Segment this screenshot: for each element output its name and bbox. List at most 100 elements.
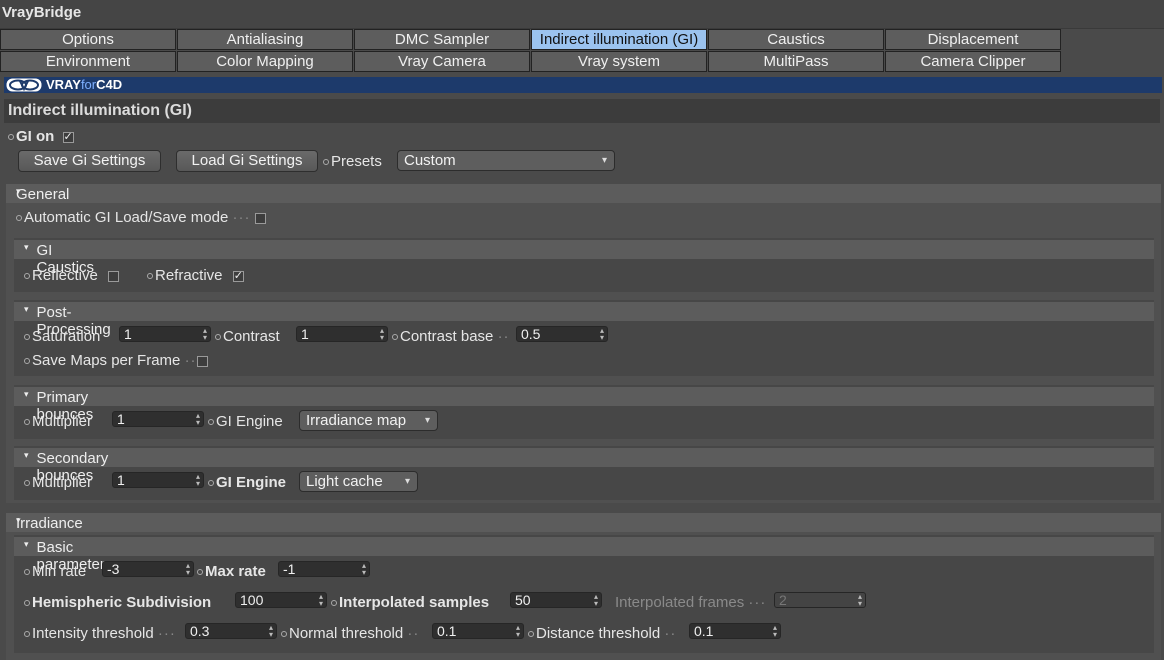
primary-engine-value: Irradiance map [306,412,407,429]
anim-dot-icon[interactable] [281,631,287,638]
spinner-icon[interactable]: ▴ ▾ [269,624,273,639]
leader-dots: ·· [497,328,510,345]
tab-antialiasing[interactable]: Antialiasing [177,29,353,50]
distance-field[interactable]: 0.1 ▴ ▾ [689,623,781,639]
group-basic-parameters-header[interactable]: ▾ Basic parameters [14,537,1154,573]
interp-frames-row: Interpolated frames ··· [615,594,766,611]
load-gi-settings-button[interactable]: Load Gi Settings [176,150,318,172]
group-post-processing-header[interactable]: ▾ Post-Processing [14,302,1154,338]
tab-camera-clipper[interactable]: Camera Clipper [885,51,1061,72]
interp-samples-field[interactable]: 50 ▴ ▾ [510,592,602,608]
group-irradiance-header[interactable]: ▾Irradiance Map [6,513,1161,549]
anim-dot-icon[interactable] [24,419,30,426]
group-general-header[interactable]: ▾ General [6,184,1161,203]
anim-dot-icon[interactable] [24,334,30,341]
save-maps-checkbox[interactable] [196,355,208,367]
min-rate-value: -3 [107,561,120,577]
refractive-checkbox[interactable]: ✓ [232,270,244,282]
spinner-icon[interactable]: ▴ ▾ [196,473,200,488]
brand-bar: VRAYforC4D [4,77,1162,93]
chevron-down-icon: ▾ [424,415,430,426]
secondary-multiplier-field[interactable]: 1 ▴ ▾ [112,472,204,488]
normal-field[interactable]: 0.1 ▴ ▾ [432,623,524,639]
secondary-multiplier-row: Multiplier [24,474,92,491]
contrast-base-field[interactable]: 0.5 ▴ ▾ [516,326,608,342]
group-primary-bounces-header[interactable]: ▾ Primary bounces [14,387,1154,423]
section-title: Indirect illumination (GI) [8,102,192,119]
primary-multiplier-value: 1 [117,411,125,427]
window-titlebar: VrayBridge [0,0,1164,29]
primary-multiplier-row: Multiplier [24,413,92,430]
min-rate-label: Min rate [32,563,87,580]
anim-dot-icon[interactable] [197,569,203,576]
spinner-icon[interactable]: ▴ ▾ [203,327,207,342]
min-rate-field[interactable]: -3 ▴ ▾ [102,561,194,577]
hemi-label: Hemispheric Subdivision [32,594,212,611]
tab-dmc-sampler[interactable]: DMC Sampler [354,29,530,50]
tab-color-mapping[interactable]: Color Mapping [177,51,353,72]
tab-vray-system[interactable]: Vray system [531,51,707,72]
reflective-label: Reflective [32,267,98,284]
tab-environment[interactable]: Environment [0,51,176,72]
spinner-icon[interactable]: ▴ ▾ [186,562,190,577]
primary-engine-select[interactable]: Irradiance map ▾ [299,410,438,431]
anim-dot-icon[interactable] [392,334,398,341]
spinner-icon[interactable]: ▴ ▾ [380,327,384,342]
anim-dot-icon[interactable] [147,273,153,280]
anim-dot-icon[interactable] [16,215,22,222]
anim-dot-icon[interactable] [208,419,214,426]
tab-bar: Options Antialiasing DMC Sampler Indirec… [0,29,1063,73]
anim-dot-icon[interactable] [24,273,30,280]
anim-dot-icon[interactable] [331,600,337,607]
primary-multiplier-field[interactable]: 1 ▴ ▾ [112,411,204,427]
spinner-icon[interactable]: ▴ ▾ [516,624,520,639]
spinner-icon[interactable]: ▴ ▾ [196,412,200,427]
presets-select[interactable]: Custom ▾ [397,150,615,171]
max-rate-field[interactable]: -1 ▴ ▾ [278,561,370,577]
interp-samples-row: Interpolated samples [331,594,489,611]
group-general-title: General [16,186,70,203]
anim-dot-icon[interactable] [208,480,214,487]
intensity-field[interactable]: 0.3 ▴ ▾ [185,623,277,639]
anim-dot-icon[interactable] [24,480,30,487]
refractive-label: Refractive [155,267,223,284]
spinner-icon[interactable]: ▴ ▾ [773,624,777,639]
contrast-field[interactable]: 1 ▴ ▾ [296,326,388,342]
hemi-field[interactable]: 100 ▴ ▾ [235,592,327,608]
tab-vray-camera[interactable]: Vray Camera [354,51,530,72]
auto-gi-checkbox[interactable] [254,212,266,224]
anim-dot-icon[interactable] [24,569,30,576]
gi-on-label: GI on [16,128,55,145]
interp-samples-label: Interpolated samples [339,594,490,611]
tab-multipass[interactable]: MultiPass [708,51,884,72]
tab-indirect-illumination[interactable]: Indirect illumination (GI) [531,29,707,50]
spinner-icon[interactable]: ▴ ▾ [319,593,323,608]
anim-dot-icon[interactable] [24,358,30,365]
anim-dot-icon[interactable] [528,631,534,638]
presets-label-wrap: Presets [323,153,382,170]
presets-value: Custom [404,152,456,169]
tab-displacement[interactable]: Displacement [885,29,1061,50]
anim-dot-icon[interactable] [8,134,14,141]
spinner-icon[interactable]: ▴ ▾ [600,327,604,342]
max-rate-value: -1 [283,561,296,577]
secondary-engine-select[interactable]: Light cache ▾ [299,471,418,492]
anim-dot-icon[interactable] [24,631,30,638]
saturation-field[interactable]: 1 ▴ ▾ [119,326,211,342]
save-gi-settings-button[interactable]: Save Gi Settings [18,150,161,172]
secondary-engine-label: GI Engine [216,474,287,491]
tab-caustics[interactable]: Caustics [708,29,884,50]
spinner-icon[interactable]: ▴ ▾ [594,593,598,608]
spinner-icon[interactable]: ▴ ▾ [362,562,366,577]
anim-dot-icon[interactable] [323,159,329,166]
anim-dot-icon[interactable] [215,334,221,341]
secondary-multiplier-value: 1 [117,472,125,488]
tab-options[interactable]: Options [0,29,176,50]
group-secondary-bounces-header[interactable]: ▾ Secondary bounces [14,448,1154,484]
min-rate-row: Min rate [24,563,86,580]
spinner-icon: ▴ ▾ [857,592,862,608]
anim-dot-icon[interactable] [24,600,30,607]
reflective-checkbox[interactable] [108,270,120,282]
gi-on-checkbox[interactable]: ✓ [62,131,74,143]
group-gi-caustics-header[interactable]: ▾ GI Caustics [14,240,1154,276]
